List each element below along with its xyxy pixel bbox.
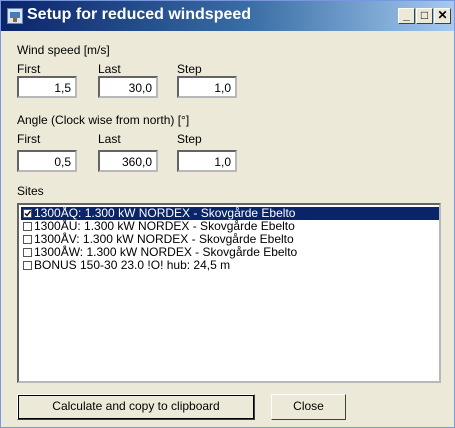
sites-listbox[interactable]: 1300ÅQ: 1.300 kW NORDEX - Skovgårde Ebel… — [17, 203, 441, 383]
site-checkbox[interactable] — [23, 209, 32, 218]
dialog-window: Setup for reduced windspeed _ □ ✕ Wind s… — [0, 0, 455, 428]
sites-heading: Sites — [17, 184, 44, 198]
angle-step-label: Step — [177, 132, 202, 146]
angle-heading: Angle (Clock wise from north) [°] — [17, 113, 190, 127]
angle-first-label: First — [17, 132, 41, 146]
wind-last-input[interactable]: 30,0 — [98, 76, 158, 98]
check-icon — [24, 210, 31, 217]
angle-last-label: Last — [98, 132, 121, 146]
angle-first-input[interactable]: 0,5 — [17, 150, 77, 172]
site-checkbox[interactable] — [23, 235, 32, 244]
site-label: BONUS 150-30 23.0 !O! hub: 24,5 m — [34, 258, 231, 272]
wind-step-label: Step — [177, 62, 202, 76]
wind-speed-heading: Wind speed [m/s] — [17, 43, 110, 57]
wind-first-input[interactable]: 1,5 — [17, 76, 77, 98]
minimize-button[interactable]: _ — [398, 8, 415, 24]
site-item[interactable]: BONUS 150-30 23.0 !O! hub: 24,5 m — [21, 259, 439, 272]
title-bar[interactable]: Setup for reduced windspeed _ □ ✕ — [1, 1, 454, 31]
site-checkbox[interactable] — [23, 248, 32, 257]
calculate-copy-button[interactable]: Calculate and copy to clipboard — [17, 394, 255, 420]
close-button[interactable]: Close — [271, 394, 346, 420]
site-checkbox[interactable] — [23, 222, 32, 231]
wind-first-label: First — [17, 62, 41, 76]
window-title: Setup for reduced windspeed — [27, 6, 252, 23]
wind-step-input[interactable]: 1,0 — [177, 76, 237, 98]
maximize-button[interactable]: □ — [416, 8, 433, 24]
site-checkbox[interactable] — [23, 261, 32, 270]
close-window-button[interactable]: ✕ — [434, 8, 451, 24]
angle-last-input[interactable]: 360,0 — [98, 150, 158, 172]
angle-step-input[interactable]: 1,0 — [177, 150, 237, 172]
app-icon — [7, 8, 23, 24]
wind-last-label: Last — [98, 62, 121, 76]
